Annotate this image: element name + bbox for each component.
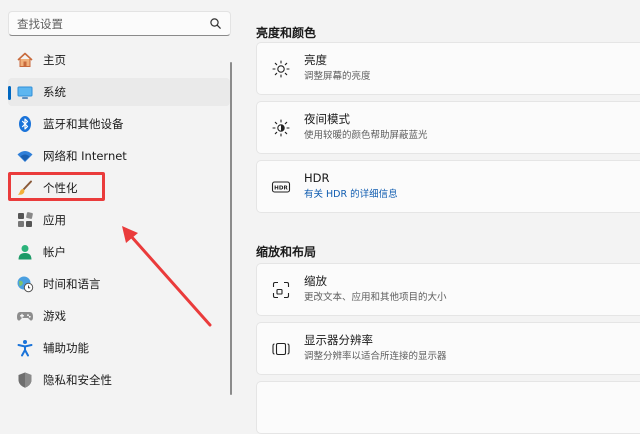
scale-icon xyxy=(272,281,290,299)
card-title: 显示器分辨率 xyxy=(304,333,373,347)
card-scale[interactable]: 缩放 更改文本、应用和其他项目的大小 xyxy=(256,263,640,316)
card-display-resolution[interactable]: 显示器分辨率 调整分辨率以适合所连接的显示器 xyxy=(256,322,640,375)
card-title: 亮度 xyxy=(304,53,327,67)
monitor-icon xyxy=(17,86,33,99)
sidebar-item-label: 游戏 xyxy=(43,309,66,323)
wifi-icon xyxy=(17,151,33,162)
card-title: 缩放 xyxy=(304,274,327,288)
annotation-highlight-box xyxy=(8,172,105,201)
sidebar-item-label: 应用 xyxy=(43,213,66,227)
account-icon xyxy=(18,245,32,260)
gamepad-icon xyxy=(17,312,33,321)
sidebar-item-accessibility[interactable]: 辅助功能 xyxy=(8,334,230,362)
card-partial[interactable] xyxy=(256,381,640,434)
sidebar-item-label: 系统 xyxy=(43,85,66,99)
sidebar-item-label: 隐私和安全性 xyxy=(43,373,112,387)
apps-icon xyxy=(18,212,33,227)
selection-indicator xyxy=(8,86,11,100)
card-title: 夜间模式 xyxy=(304,112,350,126)
card-subtitle: 调整屏幕的亮度 xyxy=(304,71,371,82)
bluetooth-icon xyxy=(19,116,31,132)
shield-icon xyxy=(18,372,32,388)
sidebar-item-label: 时间和语言 xyxy=(43,277,101,291)
search-icon[interactable] xyxy=(209,17,222,30)
sidebar-item-system[interactable]: 系统 xyxy=(8,78,230,106)
card-title: HDR xyxy=(304,171,330,185)
sidebar-item-home[interactable]: 主页 xyxy=(8,46,230,74)
section-title-brightness-color: 亮度和颜色 xyxy=(256,26,317,40)
sidebar-item-bluetooth[interactable]: 蓝牙和其他设备 xyxy=(8,110,230,138)
svg-text:HDR: HDR xyxy=(274,185,288,191)
main-content: 亮度和颜色 亮度 调整屏幕的亮度 夜间模式 使用较暖的颜色帮助屏蔽蓝光 HDR … xyxy=(245,0,640,434)
sidebar-item-label: 帐户 xyxy=(43,245,66,259)
sidebar-item-label: 主页 xyxy=(43,53,66,67)
hdr-icon: HDR xyxy=(271,181,291,193)
globe-clock-icon xyxy=(17,276,34,293)
annotation-arrow-icon xyxy=(122,226,212,327)
card-night-light[interactable]: 夜间模式 使用较暖的颜色帮助屏蔽蓝光 xyxy=(256,101,640,154)
card-brightness[interactable]: 亮度 调整屏幕的亮度 xyxy=(256,42,640,95)
sidebar-item-label: 网络和 Internet xyxy=(43,149,127,163)
resolution-icon xyxy=(272,342,290,356)
accessibility-icon xyxy=(17,340,33,357)
card-subtitle: 更改文本、应用和其他项目的大小 xyxy=(304,292,447,303)
card-hdr[interactable]: HDR HDR 有关 HDR 的详细信息 xyxy=(256,160,640,213)
sidebar-item-network[interactable]: 网络和 Internet xyxy=(8,142,230,170)
sidebar-item-label: 蓝牙和其他设备 xyxy=(43,117,124,131)
brightness-icon xyxy=(272,60,290,78)
sidebar-item-privacy[interactable]: 隐私和安全性 xyxy=(8,366,230,394)
home-icon xyxy=(17,52,33,67)
search-box[interactable] xyxy=(8,11,231,36)
search-input[interactable] xyxy=(17,15,207,32)
sidebar-scrollbar[interactable] xyxy=(230,62,232,395)
card-subtitle: 使用较暖的颜色帮助屏蔽蓝光 xyxy=(304,130,428,141)
card-subtitle: 调整分辨率以适合所连接的显示器 xyxy=(304,351,447,362)
sidebar-item-label: 辅助功能 xyxy=(43,341,89,355)
section-title-scale-layout: 缩放和布局 xyxy=(256,245,317,259)
night-light-icon xyxy=(272,119,290,137)
hdr-info-link[interactable]: 有关 HDR 的详细信息 xyxy=(304,188,398,201)
